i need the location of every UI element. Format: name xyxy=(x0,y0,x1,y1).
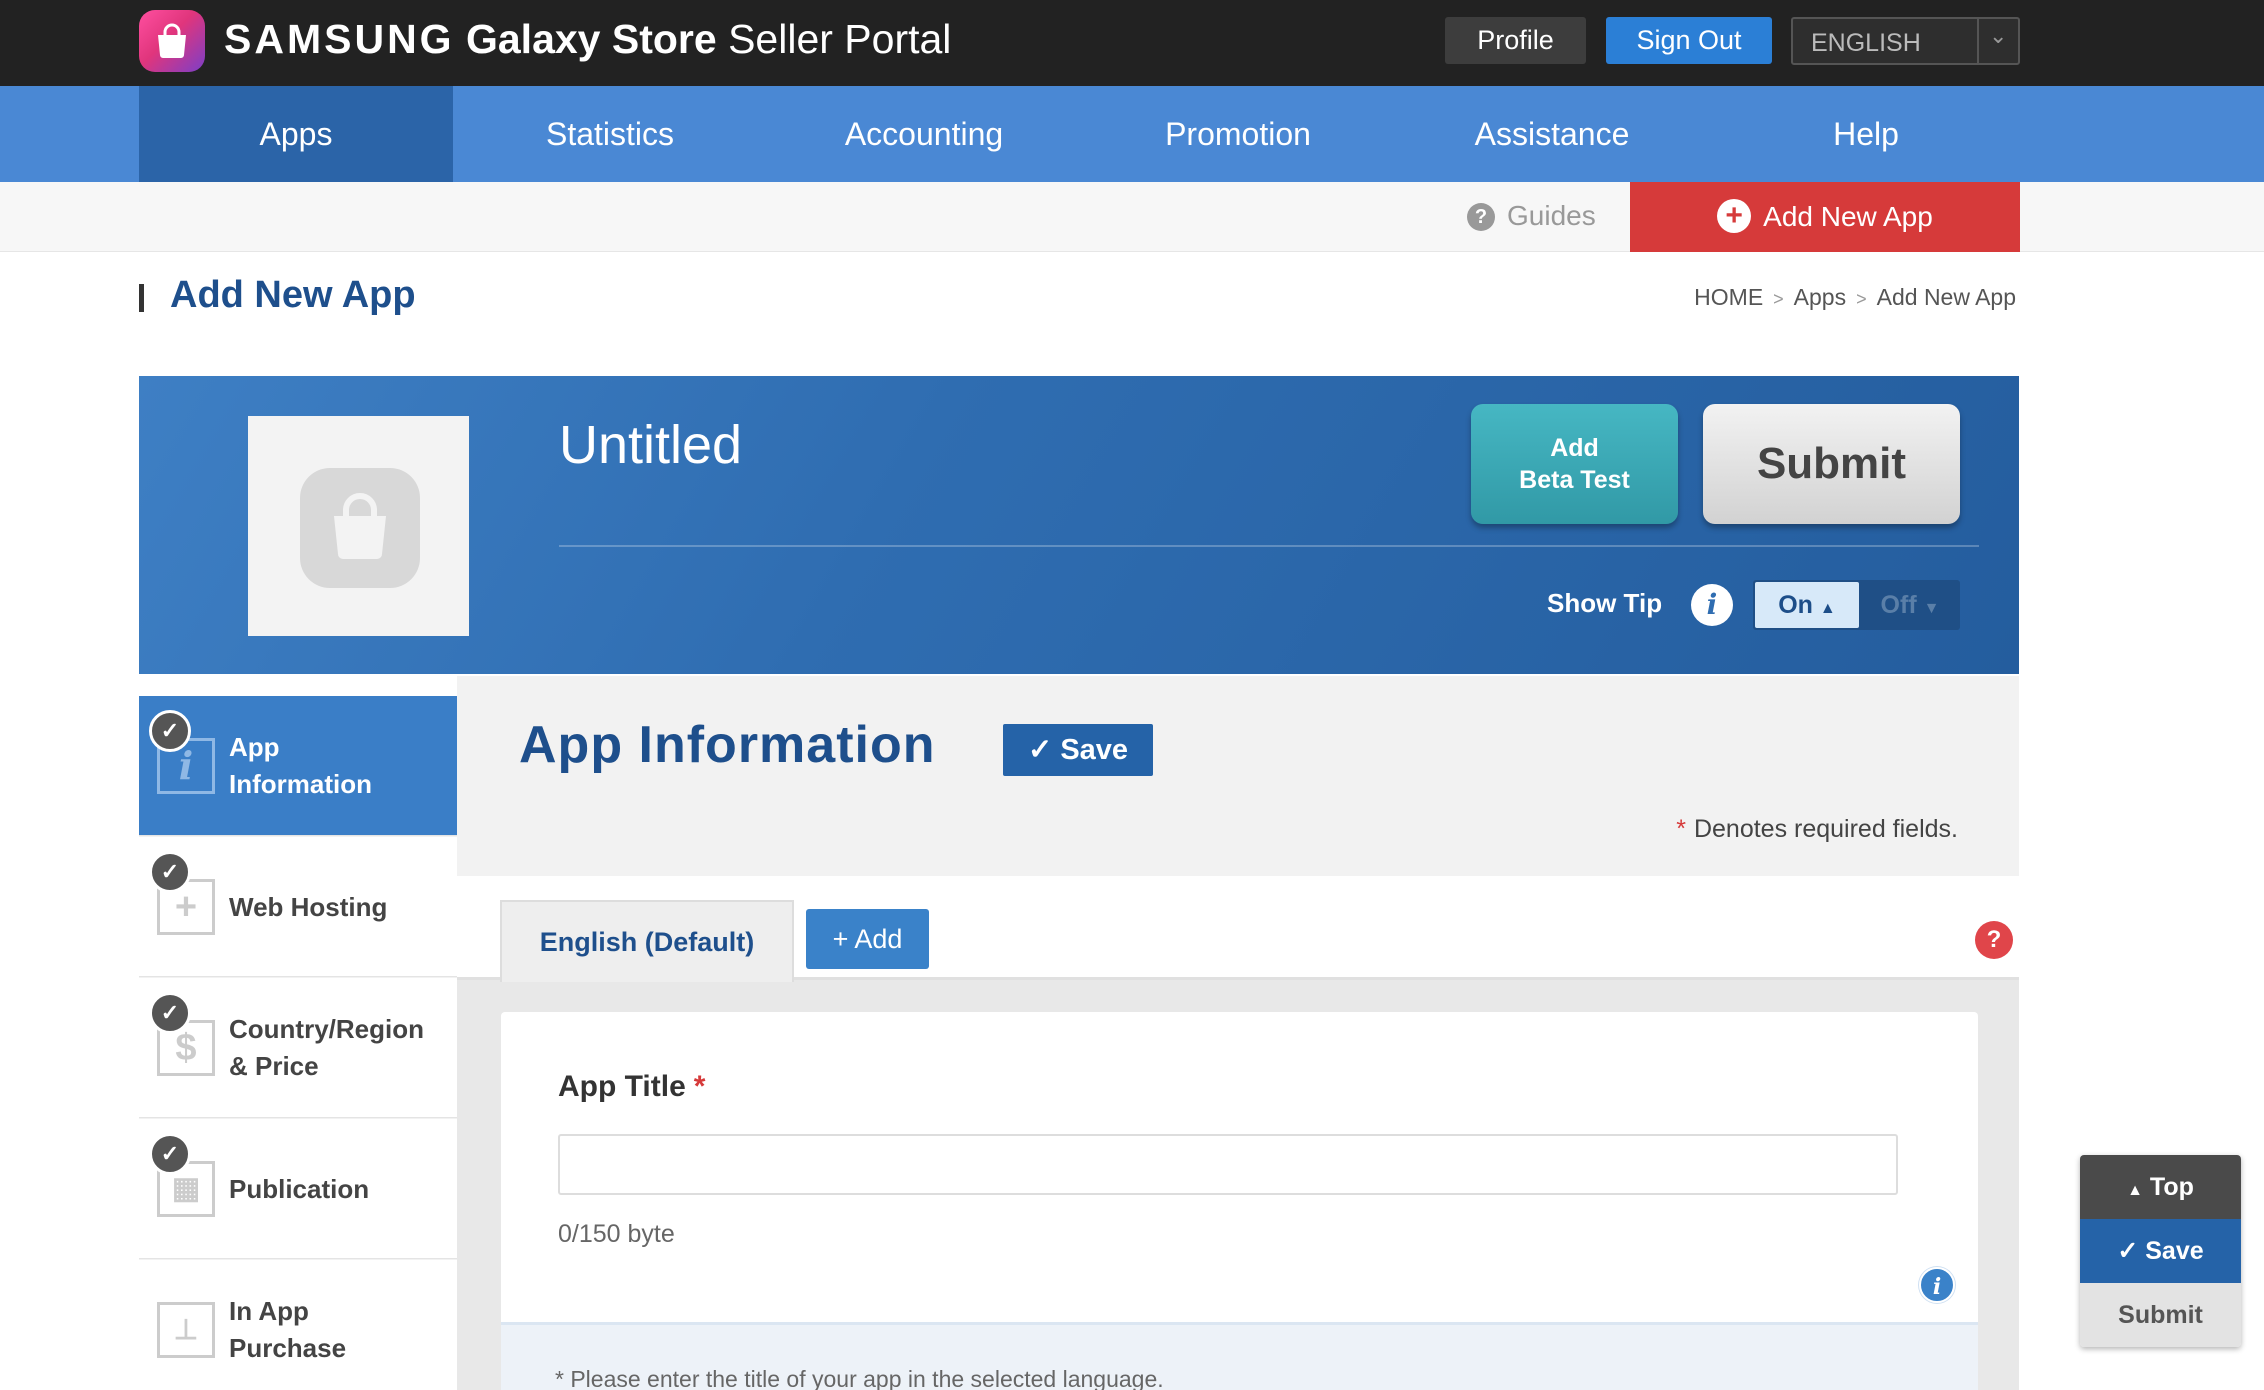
check-icon: ✓ xyxy=(2117,1237,2139,1265)
page-title: Add New App xyxy=(170,274,416,316)
main-nav: Apps Statistics Accounting Promotion Ass… xyxy=(0,86,2264,182)
app-name: Untitled xyxy=(559,415,743,475)
language-divider xyxy=(1977,19,1979,63)
info-icon[interactable]: i xyxy=(1919,1267,1955,1303)
required-star: * xyxy=(1676,815,1686,843)
step-label: Publication xyxy=(229,1173,370,1204)
brand-title: SAMSUNG Galaxy Store Seller Portal xyxy=(224,16,951,63)
sub-bar: ? Guides + Add New App xyxy=(0,182,2264,252)
breadcrumb-separator-icon: > xyxy=(1856,289,1867,309)
save-label: Save xyxy=(1060,734,1129,766)
breadcrumb: HOME > Apps > Add New App xyxy=(1694,284,2016,311)
toggle-on-option[interactable]: On ▲ xyxy=(1755,582,1859,628)
add-new-app-label: Add New App xyxy=(1763,201,1933,232)
question-icon: ? xyxy=(1467,203,1495,231)
add-beta-line1: Add xyxy=(1550,434,1599,462)
step-country-region-price[interactable]: $ ✓ Country/Region & Price xyxy=(139,978,457,1118)
add-beta-line2: Beta Test xyxy=(1519,466,1630,494)
tip-text: * Please enter the title of your app in … xyxy=(555,1366,1164,1390)
nav-item-promotion[interactable]: Promotion xyxy=(1081,86,1395,182)
brand-seller-portal: Seller Portal xyxy=(728,16,952,62)
app-title-input[interactable] xyxy=(558,1134,1898,1195)
profile-button[interactable]: Profile xyxy=(1445,17,1586,64)
top-bar: SAMSUNG Galaxy Store Seller Portal Profi… xyxy=(0,0,2264,86)
plus-icon: + xyxy=(832,924,849,954)
add-beta-test-button[interactable]: Add Beta Test xyxy=(1471,404,1678,524)
caret-up-icon: ▲ xyxy=(2127,1182,2143,1199)
help-icon[interactable]: ? xyxy=(1975,921,2013,959)
check-icon: ✓ xyxy=(149,1133,191,1175)
toggle-off-option[interactable]: Off ▼ xyxy=(1865,582,1955,628)
title-marker xyxy=(139,284,144,312)
step-in-app-purchase[interactable]: ⊥ In App Purchase xyxy=(139,1260,457,1390)
check-icon: ✓ xyxy=(1027,734,1053,766)
brand-samsung: SAMSUNG xyxy=(224,16,455,62)
submit-button[interactable]: Submit xyxy=(1703,404,1960,524)
top-label: Top xyxy=(2149,1173,2194,1201)
plus-circle-icon: + xyxy=(1717,199,1752,233)
step-label: App Information xyxy=(229,732,372,799)
step-label: Web Hosting xyxy=(229,891,388,922)
nav-item-help[interactable]: Help xyxy=(1709,86,2023,182)
info-icon[interactable]: i xyxy=(1691,584,1733,626)
nav-item-assistance[interactable]: Assistance xyxy=(1395,86,1709,182)
app-title-label: App Title * xyxy=(558,1070,705,1104)
floating-save-button[interactable]: ✓ Save xyxy=(2080,1219,2241,1283)
check-icon: ✓ xyxy=(149,710,191,752)
step-publication[interactable]: ▦ ✓ Publication xyxy=(139,1119,457,1259)
hierarchy-step-icon: ⊥ xyxy=(157,1302,215,1358)
caret-up-icon: ▲ xyxy=(1819,600,1836,617)
app-header-banner: Untitled Add Beta Test Submit Show Tip i… xyxy=(139,376,2019,674)
nav-item-apps[interactable]: Apps xyxy=(139,86,453,182)
add-language-button[interactable]: + Add xyxy=(806,909,929,969)
step-label: In App Purchase xyxy=(229,1296,347,1363)
byte-count: 0/150 byte xyxy=(558,1220,675,1248)
guides-link[interactable]: ? Guides xyxy=(1467,200,1596,232)
sign-out-button[interactable]: Sign Out xyxy=(1606,17,1772,64)
step-web-hosting[interactable]: + ✓ Web Hosting xyxy=(139,837,457,977)
section-header-area xyxy=(457,676,2019,876)
show-tip-toggle[interactable]: On ▲ Off ▼ xyxy=(1753,580,1960,630)
required-star: * xyxy=(693,1070,706,1103)
nav-item-statistics[interactable]: Statistics xyxy=(453,86,767,182)
chevron-down-icon: ⌄ xyxy=(1989,23,2008,48)
float-save-label: Save xyxy=(2145,1237,2204,1265)
check-icon: ✓ xyxy=(149,851,191,893)
steps-sidebar: i ✓ App Information + ✓ Web Hosting $ ✓ C… xyxy=(139,696,471,1390)
section-title: App Information xyxy=(519,716,936,774)
app-icon-placeholder[interactable] xyxy=(248,416,469,636)
app-title-label-text: App Title xyxy=(558,1070,686,1103)
banner-divider xyxy=(559,545,1979,547)
scroll-top-button[interactable]: ▲ Top xyxy=(2080,1155,2241,1219)
guides-label: Guides xyxy=(1507,200,1596,231)
floating-action-panel: ▲ Top ✓ Save Submit xyxy=(2080,1155,2241,1347)
breadcrumb-apps[interactable]: Apps xyxy=(1794,284,1846,310)
show-tip-label: Show Tip xyxy=(1547,588,1663,618)
save-button[interactable]: ✓ Save xyxy=(1003,724,1153,776)
breadcrumb-home[interactable]: HOME xyxy=(1694,284,1763,310)
check-icon: ✓ xyxy=(149,992,191,1034)
add-language-label: Add xyxy=(854,924,903,954)
shopping-bag-icon xyxy=(300,468,420,588)
language-select[interactable]: ENGLISH ⌄ xyxy=(1791,17,2020,65)
toggle-off-label: Off xyxy=(1880,591,1917,619)
step-label: Country/Region & Price xyxy=(229,1014,424,1081)
breadcrumb-current: Add New App xyxy=(1876,284,2016,310)
required-note-text: Denotes required fields. xyxy=(1693,815,1958,843)
caret-down-icon: ▼ xyxy=(1923,600,1940,617)
tab-english-default[interactable]: English (Default) xyxy=(500,900,794,982)
step-app-information[interactable]: i ✓ App Information xyxy=(139,696,471,836)
brand-galaxy-store: Galaxy Store xyxy=(465,16,717,62)
required-note: * Denotes required fields. xyxy=(1676,815,1958,844)
toggle-on-label: On xyxy=(1778,591,1813,619)
breadcrumb-separator-icon: > xyxy=(1773,289,1784,309)
floating-submit-button[interactable]: Submit xyxy=(2080,1283,2241,1347)
language-value: ENGLISH xyxy=(1811,29,1921,57)
nav-item-accounting[interactable]: Accounting xyxy=(767,86,1081,182)
add-new-app-button[interactable]: + Add New App xyxy=(1630,182,2020,252)
galaxy-store-logo-icon xyxy=(139,10,205,72)
